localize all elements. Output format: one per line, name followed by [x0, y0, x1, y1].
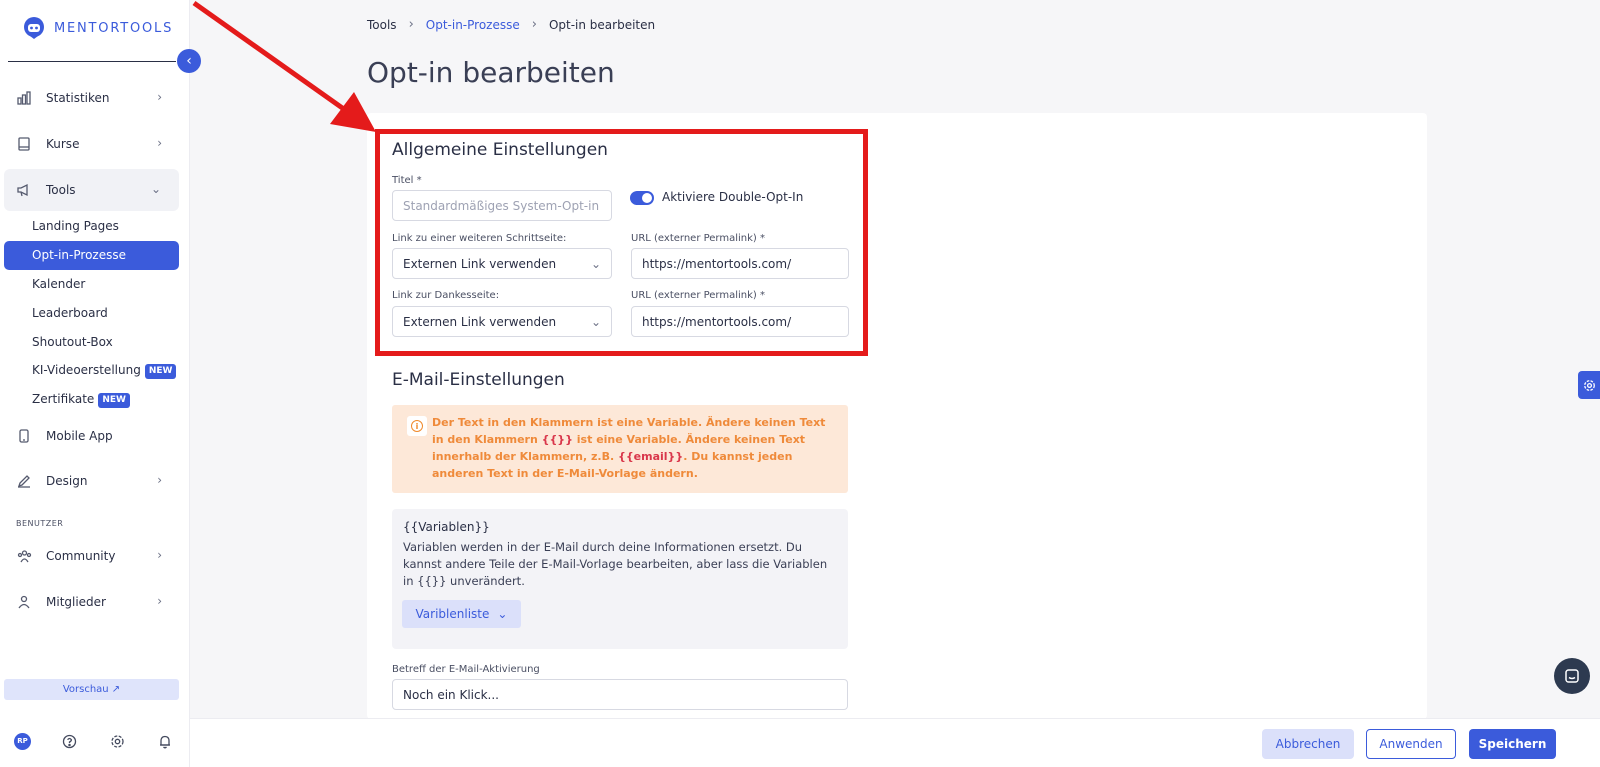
sidebar-item-label: Statistiken — [46, 91, 110, 105]
sidebar-subitem-zertifikate[interactable]: Zertifikate NEW — [32, 389, 130, 409]
bell-icon[interactable] — [156, 732, 174, 750]
pencil-icon — [16, 473, 32, 489]
breadcrumb-current: Opt-in bearbeiten — [548, 17, 656, 32]
chat-icon — [1565, 669, 1579, 683]
variables-description: Variablen werden in der E-Mail durch dei… — [403, 540, 828, 588]
variables-title: {{Variablen}} — [403, 520, 490, 534]
sidebar-item-label: Kurse — [46, 137, 80, 151]
avatar[interactable]: RP — [14, 732, 31, 750]
gear-icon[interactable] — [108, 732, 126, 750]
brand-logo[interactable]: MENTORTOOLS — [22, 16, 173, 40]
sidebar-subitem-leaderboard[interactable]: Leaderboard — [32, 303, 108, 323]
email-settings-title: E-Mail-Einstellungen — [392, 370, 565, 390]
annotation-highlight-box — [375, 129, 868, 356]
sidebar-bottom-bar: RP — [14, 732, 174, 750]
sidebar-subitem-label: KI-Videoerstellung — [32, 363, 141, 377]
section-label-benutzer: BENUTZER — [16, 519, 64, 528]
cancel-button[interactable]: Abbrechen — [1262, 729, 1354, 759]
book-icon — [16, 136, 32, 152]
sidebar-item-label: Design — [46, 474, 88, 488]
sidebar-item-label: Mobile App — [46, 429, 113, 443]
sidebar-subitem-opt-in-prozesse[interactable]: Opt-in-Prozesse — [4, 241, 179, 270]
chevron-down-icon: ⌄ — [150, 182, 161, 196]
info-icon: i — [407, 416, 427, 436]
chat-widget-button[interactable] — [1554, 658, 1590, 694]
new-badge: NEW — [144, 364, 177, 379]
sidebar-collapse-button[interactable]: ‹ — [177, 49, 201, 73]
brand-name: MENTORTOOLS — [54, 20, 174, 36]
sidebar-item-label: Mitglieder — [46, 595, 106, 609]
chevron-right-icon: › — [157, 473, 162, 487]
users-icon — [16, 548, 32, 564]
sidebar-item-mitglieder[interactable]: Mitglieder › — [0, 581, 180, 623]
sidebar-subitem-shoutout-box[interactable]: Shoutout-Box — [32, 332, 113, 352]
apply-button[interactable]: Anwenden — [1366, 729, 1456, 759]
sidebar-subitem-label: Zertifikate — [32, 392, 95, 406]
gear-icon — [1583, 379, 1595, 391]
subject-label: Betreff der E-Mail-Aktivierung — [392, 664, 540, 675]
sidebar-subitem-ki-videoerstellung[interactable]: KI-Videoerstellung NEW — [32, 360, 177, 380]
preview-button[interactable]: Vorschau ↗ — [4, 679, 179, 700]
annotation-arrow — [192, 0, 376, 132]
sidebar-subitem-kalender[interactable]: Kalender — [32, 274, 85, 294]
chevron-right-icon: › — [157, 548, 162, 562]
variable-list-button-label: Variblenliste — [415, 607, 490, 621]
variables-box: {{Variablen}} Variablen werden in der E-… — [392, 509, 848, 649]
subject-input[interactable]: Noch ein Klick... — [392, 679, 848, 710]
megaphone-icon — [16, 182, 32, 198]
sidebar-item-label: Community — [46, 549, 116, 563]
sidebar-item-tools[interactable]: Tools ⌄ — [4, 169, 179, 211]
sidebar-item-mobile-app[interactable]: Mobile App — [0, 415, 180, 457]
new-badge: NEW — [98, 393, 130, 408]
sidebar-item-community[interactable]: Community › — [0, 535, 180, 577]
sidebar-item-kurse[interactable]: Kurse › — [0, 123, 180, 165]
save-button[interactable]: Speichern — [1469, 729, 1556, 759]
variable-list-button[interactable]: Variblenliste ⌄ — [402, 600, 521, 628]
breadcrumb: Tools › Opt-in-Prozesse › Opt-in bearbei… — [367, 17, 655, 32]
chevron-left-icon: ‹ — [186, 53, 192, 69]
page-title: Opt-in bearbeiten — [367, 56, 615, 89]
chevron-right-icon: › — [531, 17, 537, 32]
settings-floating-button[interactable] — [1578, 371, 1600, 399]
sidebar: MENTORTOOLS Statistiken › Kurse › Tools … — [0, 0, 190, 767]
breadcrumb-tools[interactable]: Tools — [367, 18, 397, 32]
variable-warning-alert: i Der Text in den Klammern ist eine Vari… — [392, 405, 848, 493]
alert-text: Der Text in den Klammern ist eine Variab… — [432, 416, 826, 480]
chevron-right-icon: › — [157, 136, 162, 150]
sidebar-item-design[interactable]: Design › — [0, 460, 180, 502]
sidebar-item-label: Tools — [46, 183, 76, 197]
sidebar-subitem-landing-pages[interactable]: Landing Pages — [32, 216, 119, 236]
sidebar-divider — [8, 61, 176, 62]
chevron-right-icon: › — [408, 17, 414, 32]
chevron-right-icon: › — [157, 90, 162, 104]
chevron-right-icon: › — [157, 594, 162, 608]
robot-logo-icon — [24, 17, 44, 39]
person-icon — [16, 594, 32, 610]
phone-icon — [16, 428, 32, 444]
help-icon[interactable] — [61, 732, 79, 750]
sidebar-item-statistiken[interactable]: Statistiken › — [0, 77, 180, 119]
breadcrumb-opt-in-prozesse[interactable]: Opt-in-Prozesse — [426, 18, 520, 32]
bar-chart-icon — [16, 90, 32, 106]
chevron-down-icon: ⌄ — [497, 607, 508, 621]
